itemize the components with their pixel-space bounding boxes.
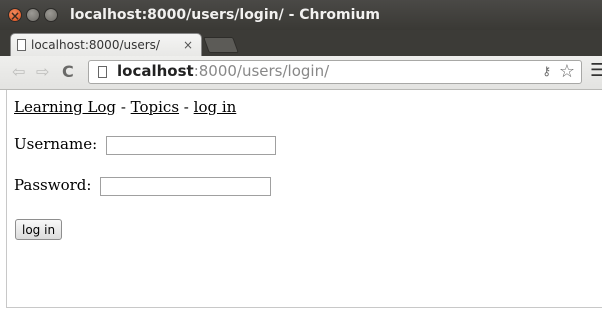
nav-link-learning-log[interactable]: Learning Log: [14, 98, 116, 116]
back-arrow-icon[interactable]: ⇦: [12, 62, 25, 81]
nav-link-log-in[interactable]: log in: [194, 98, 237, 116]
page-content: Learning Log - Topics - log in Username:…: [0, 90, 602, 310]
page-icon: [17, 39, 26, 51]
tab-close-icon[interactable]: ×: [183, 34, 193, 56]
nav-separator: -: [179, 98, 194, 116]
window-controls: [8, 1, 58, 31]
page-icon: [98, 66, 107, 78]
url-text[interactable]: localhost:8000/users/login/: [117, 62, 329, 80]
new-tab-button[interactable]: [203, 37, 239, 53]
title-bar: localhost:8000/users/login/ - Chromium: [0, 0, 602, 31]
username-field[interactable]: [105, 135, 276, 155]
reload-icon[interactable]: C: [62, 62, 74, 81]
tab-active[interactable]: localhost:8000/users/ ×: [10, 33, 202, 56]
tab-strip: localhost:8000/users/ ×: [0, 30, 602, 56]
browser-toolbar: ⇦ ⇨ C localhost:8000/users/login/ ⚷ ☆ ☰: [0, 56, 602, 90]
key-icon[interactable]: ⚷: [542, 64, 551, 78]
minimize-window-button[interactable]: [26, 8, 40, 22]
url-host: localhost: [117, 62, 194, 80]
menu-icon[interactable]: ☰: [590, 60, 602, 81]
username-row: Username:: [14, 135, 276, 155]
nav-separator: -: [116, 98, 131, 116]
browser-window: localhost:8000/users/login/ - Chromium l…: [0, 0, 602, 310]
url-path: :8000/users/login/: [193, 62, 330, 80]
site-nav: Learning Log - Topics - log in: [14, 98, 236, 116]
username-label: Username:: [14, 135, 98, 153]
star-icon[interactable]: ☆: [559, 61, 575, 82]
password-label: Password:: [14, 176, 92, 194]
close-window-button[interactable]: [8, 1, 22, 31]
nav-link-topics[interactable]: Topics: [131, 98, 179, 116]
window-title: localhost:8000/users/login/ - Chromium: [70, 7, 380, 23]
address-bar[interactable]: localhost:8000/users/login/ ⚷ ☆: [88, 60, 582, 84]
password-row: Password:: [14, 176, 272, 196]
log-in-button[interactable]: log in: [15, 219, 63, 240]
tab-title: localhost:8000/users/: [31, 38, 160, 52]
forward-arrow-icon[interactable]: ⇨: [36, 62, 49, 81]
maximize-window-button[interactable]: [44, 8, 58, 22]
password-field[interactable]: [100, 176, 272, 196]
